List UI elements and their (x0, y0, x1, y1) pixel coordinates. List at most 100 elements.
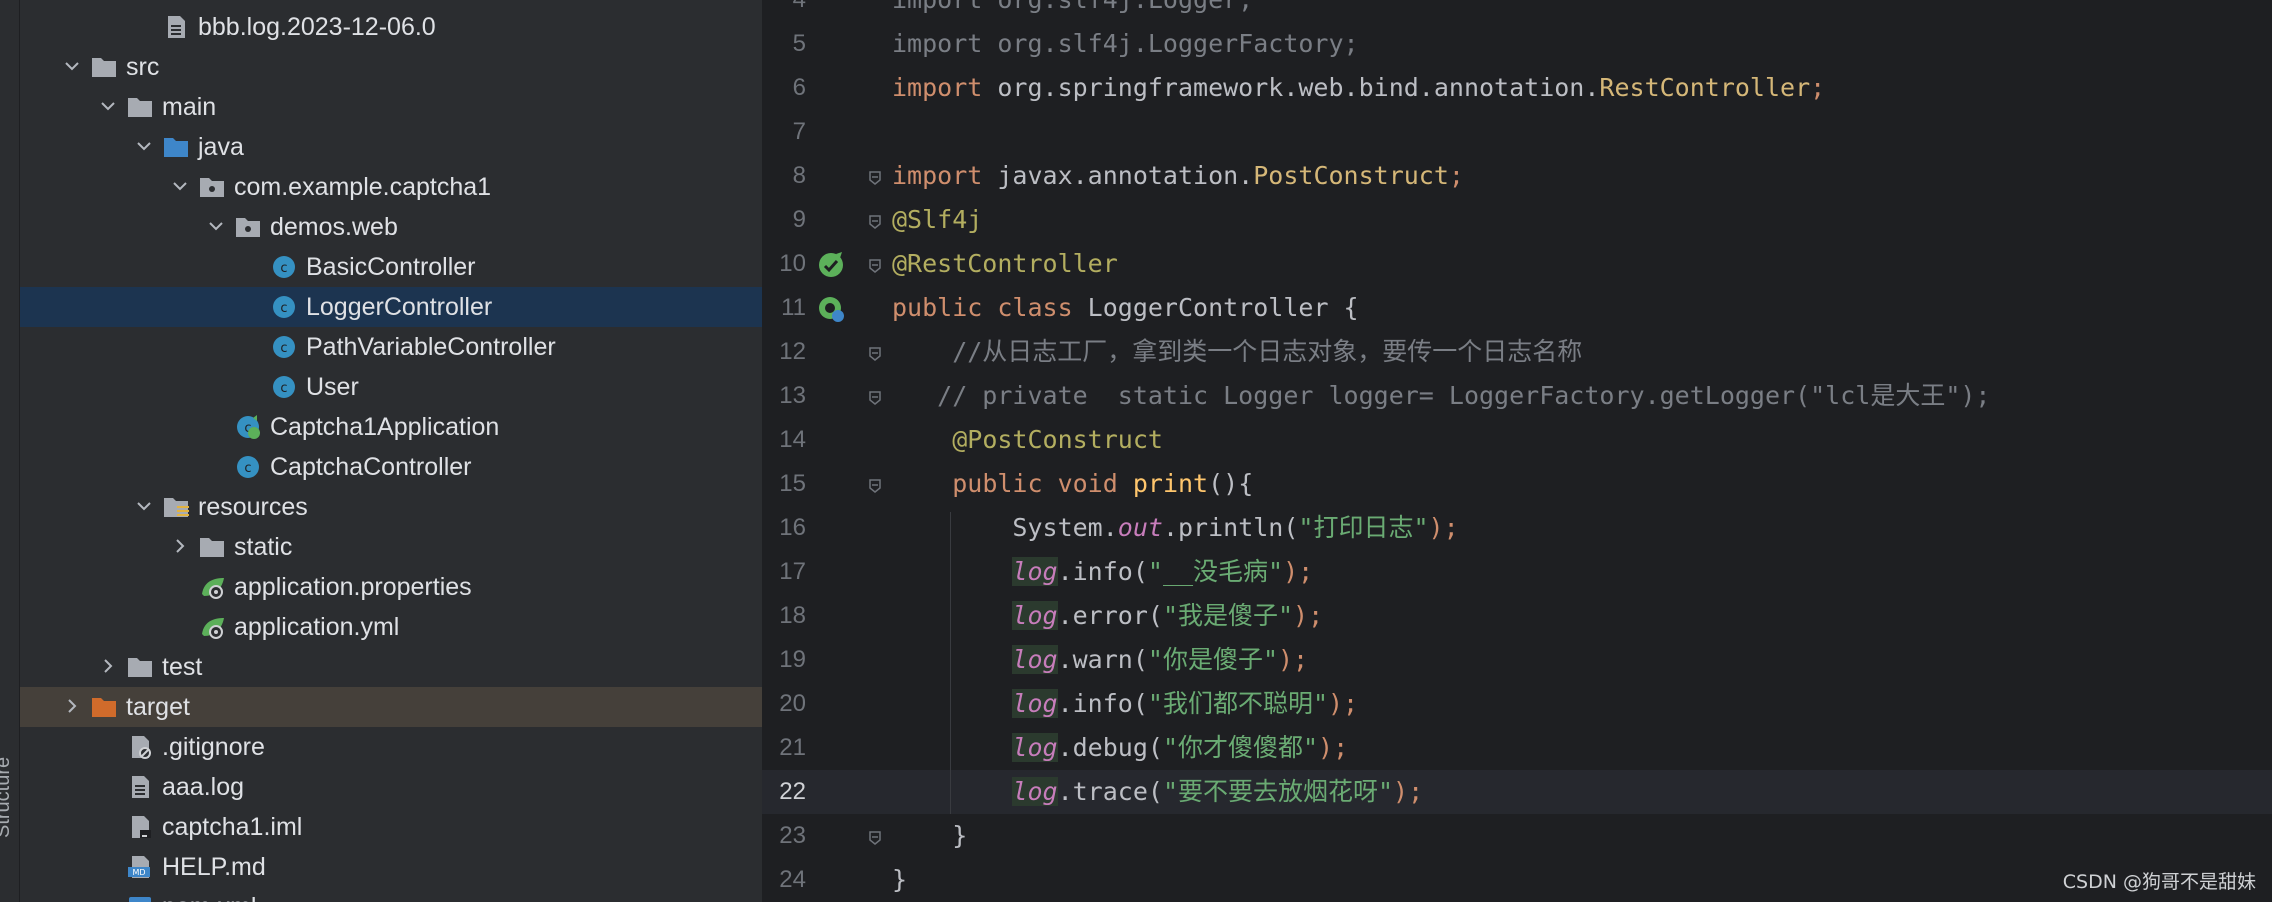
tree-item-label: resources (198, 493, 308, 521)
fold-marker-icon[interactable] (868, 830, 882, 845)
package-icon (234, 214, 262, 240)
tree-row-class-basic-controller[interactable]: c BasicController (20, 247, 762, 287)
code-line-11[interactable]: 11 public class LoggerController { (762, 286, 2272, 330)
tree-row-file-help-md[interactable]: MD HELP.md (20, 847, 762, 887)
fold-marker-icon[interactable] (868, 390, 882, 405)
tree-item-label: application.yml (234, 613, 400, 641)
code-line-13[interactable]: 13 // private static Logger logger= Logg… (762, 374, 2272, 418)
tree-item-label: demos.web (270, 213, 398, 241)
code-line-5[interactable]: 5 import org.slf4j.LoggerFactory; (762, 22, 2272, 66)
fold-marker-icon[interactable] (868, 258, 882, 273)
code-line-24[interactable]: 24} (762, 858, 2272, 902)
tree-row-file-application-yml[interactable]: application.yml (20, 607, 762, 647)
tree-row-package-demos-web[interactable]: demos.web (20, 207, 762, 247)
structure-tab-label[interactable]: Structure (0, 757, 15, 838)
code-text: } (892, 821, 968, 850)
spring-bean-icon[interactable] (816, 250, 846, 280)
code-line-4[interactable]: 4 import org.slf4j.Logger; (762, 0, 2272, 22)
package-icon (198, 174, 226, 200)
tree-row-class-captcha-controller[interactable]: c CaptchaController (20, 447, 762, 487)
code-line-23[interactable]: 23 } (762, 814, 2272, 858)
chevron-down-icon[interactable] (134, 136, 154, 156)
project-tree[interactable]: bbb.log.2023-12-06.0 src main java com.examp… (20, 0, 762, 902)
tree-item-label: .gitignore (162, 733, 265, 761)
tree-item-label: target (126, 693, 190, 721)
tree-row-folder-main[interactable]: main (20, 87, 762, 127)
log-file-icon (126, 774, 154, 800)
chevron-down-icon[interactable] (62, 56, 82, 76)
folder-icon (198, 534, 226, 560)
spring-class-icon: c (234, 414, 262, 440)
tree-row-folder-target[interactable]: target (20, 687, 762, 727)
chevron-right-icon[interactable] (98, 656, 118, 676)
tree-row-file-application-properties[interactable]: application.properties (20, 567, 762, 607)
code-line-18[interactable]: 18 log.error("我是傻子"); (762, 594, 2272, 638)
spring-controller-icon[interactable] (816, 294, 846, 324)
line-number: 13 (779, 382, 806, 409)
chevron-down-icon[interactable] (206, 216, 226, 236)
code-editor[interactable]: 4 import org.slf4j.Logger; 5 import org.slf… (762, 0, 2272, 902)
code-line-19[interactable]: 19 log.warn("你是傻子"); (762, 638, 2272, 682)
line-number: 16 (779, 514, 806, 541)
tree-row-class-logger-controller[interactable]: c LoggerController (20, 287, 762, 327)
fold-marker-icon[interactable] (868, 346, 882, 361)
code-text: log.info("__没毛病"); (1012, 557, 1314, 586)
tree-row-folder-java[interactable]: java (20, 127, 762, 167)
class-icon: c (270, 254, 298, 280)
chevron-right-icon[interactable] (170, 536, 190, 556)
code-text: @PostConstruct (952, 425, 1163, 454)
code-text: import org.springframework.web.bind.anno… (892, 73, 1826, 102)
line-number: 17 (779, 558, 806, 585)
fold-marker-icon[interactable] (868, 170, 882, 185)
fold-marker-icon[interactable] (868, 478, 882, 493)
code-text: System.out.println("打印日志"); (892, 513, 1459, 542)
fold-marker-icon[interactable] (868, 214, 882, 229)
tree-item-label: java (198, 133, 244, 161)
code-line-8[interactable]: 8 import javax.annotation.PostConstruct; (762, 154, 2272, 198)
structure-tool-strip[interactable]: Structure (0, 0, 20, 902)
tree-row-folder-static[interactable]: static (20, 527, 762, 567)
tree-item-label: aaa.log (162, 773, 245, 801)
tree-row-file-gitignore[interactable]: .gitignore (20, 727, 762, 767)
code-line-20[interactable]: 20 log.info("我们都不聪明"); (762, 682, 2272, 726)
code-text: log.trace("要不要去放烟花呀"); (1012, 777, 1424, 806)
folder-icon (90, 54, 118, 80)
tree-row-file-captcha1-iml[interactable]: captcha1.iml (20, 807, 762, 847)
code-line-9[interactable]: 9 @Slf4j (762, 198, 2272, 242)
code-line-22[interactable]: 22 log.trace("要不要去放烟花呀"); (762, 770, 2272, 814)
tree-row-file-aaa-log[interactable]: aaa.log (20, 767, 762, 807)
code-line-10[interactable]: 10 @RestController (762, 242, 2272, 286)
chevron-right-icon[interactable] (62, 696, 82, 716)
tree-row-bbb-log-file[interactable]: bbb.log.2023-12-06.0 (20, 7, 762, 47)
tree-row-folder-src[interactable]: src (20, 47, 762, 87)
chevron-down-icon[interactable] (134, 496, 154, 516)
line-number: 22 (779, 778, 806, 805)
line-number: 6 (792, 74, 806, 101)
code-text: // private static Logger logger= LoggerF… (892, 381, 1991, 410)
tree-row-class-captcha1-application[interactable]: c Captcha1Application (20, 407, 762, 447)
chevron-down-icon[interactable] (98, 96, 118, 116)
code-line-6[interactable]: 6 import org.springframework.web.bind.ann… (762, 66, 2272, 110)
code-line-12[interactable]: 12 //从日志工厂，拿到类一个日志对象，要传一个日志名称 (762, 330, 2272, 374)
code-line-15[interactable]: 15 public void print(){ (762, 462, 2272, 506)
tree-row-file-pom-xml[interactable]: m pom.xml (20, 887, 762, 902)
svg-text:c: c (280, 341, 287, 356)
tree-item-label: LoggerController (306, 293, 493, 321)
tree-row-folder-resources[interactable]: resources (20, 487, 762, 527)
tree-item-label: captcha1.iml (162, 813, 303, 841)
tree-row-class-path-variable-controller[interactable]: c PathVariableController (20, 327, 762, 367)
svg-text:c: c (280, 381, 287, 396)
resources-folder-icon (162, 494, 190, 520)
code-line-16[interactable]: 16 System.out.println("打印日志"); (762, 506, 2272, 550)
tree-row-folder-test[interactable]: test (20, 647, 762, 687)
chevron-down-icon[interactable] (170, 176, 190, 196)
code-line-21[interactable]: 21 log.debug("你才傻傻都"); (762, 726, 2272, 770)
code-line-7[interactable]: 7 (762, 110, 2272, 154)
line-number: 21 (779, 734, 806, 761)
tree-row-class-user[interactable]: c User (20, 367, 762, 407)
code-line-17[interactable]: 17 log.info("__没毛病"); (762, 550, 2272, 594)
line-number: 5 (792, 30, 806, 57)
gitignore-file-icon (126, 734, 154, 760)
tree-row-package-captcha1[interactable]: com.example.captcha1 (20, 167, 762, 207)
code-line-14[interactable]: 14 @PostConstruct (762, 418, 2272, 462)
